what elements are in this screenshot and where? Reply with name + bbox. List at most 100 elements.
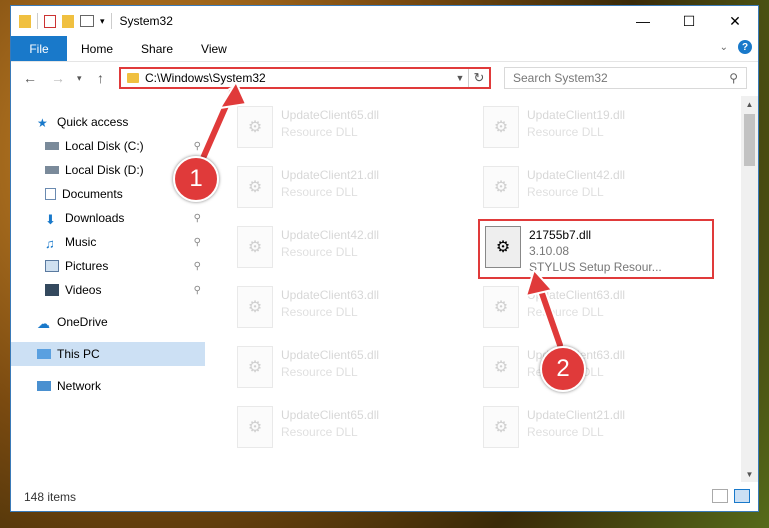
- recent-locations-chevron-icon[interactable]: ▾: [77, 73, 82, 84]
- up-arrow-icon[interactable]: ↑: [97, 70, 104, 86]
- sidebar-item-label: Local Disk (D:): [65, 163, 144, 177]
- tab-view[interactable]: View: [187, 42, 241, 56]
- sidebar-item-label: Documents: [62, 187, 123, 201]
- pin-icon[interactable]: ⚲: [194, 285, 201, 296]
- sidebar-item-pictures[interactable]: Pictures ⚲: [11, 254, 205, 278]
- callout-badge-2: 2: [540, 346, 586, 392]
- address-bar[interactable]: C:\Windows\System32 ▼ ↻: [119, 67, 491, 89]
- sidebar-item-label: Videos: [65, 283, 102, 297]
- scrollbar-thumb[interactable]: [744, 114, 755, 166]
- drive-icon: [45, 166, 59, 174]
- search-icon: ⚲: [729, 71, 738, 85]
- file-type: Resource DLL: [281, 365, 358, 379]
- navigation-pane: ★ Quick access Local Disk (C:) ⚲ Local D…: [11, 102, 205, 472]
- cloud-icon: ☁: [37, 316, 50, 331]
- expand-ribbon-icon[interactable]: ⌄: [720, 42, 728, 53]
- scroll-up-icon[interactable]: ▲: [741, 96, 758, 112]
- pin-icon[interactable]: ⚲: [194, 141, 201, 152]
- file-type: Resource DLL: [281, 245, 358, 259]
- back-arrow-icon[interactable]: ←: [23, 70, 37, 86]
- file-name: UpdateClient19.dll: [527, 108, 626, 122]
- list-item[interactable]: ⚙ UpdateClient65.dll Resource DLL: [215, 342, 445, 396]
- sidebar-item-label: Local Disk (C:): [65, 139, 144, 153]
- details-view-icon[interactable]: [712, 489, 728, 503]
- file-name: UpdateClient63.dll: [527, 288, 626, 302]
- status-bar: 148 items: [11, 483, 758, 511]
- dll-file-icon: ⚙: [237, 406, 273, 448]
- pin-icon[interactable]: ⚲: [194, 261, 201, 272]
- pin-icon[interactable]: ⚲: [194, 213, 201, 224]
- sidebar-item-local-disk-c[interactable]: Local Disk (C:) ⚲: [11, 134, 205, 158]
- dll-file-icon: ⚙: [483, 166, 519, 208]
- music-icon: ♫: [45, 236, 55, 251]
- file-name: UpdateClient21.dll: [527, 408, 626, 422]
- list-item[interactable]: ⚙ UpdateClient19.dll Resource DLL: [461, 102, 691, 156]
- help-icon[interactable]: ?: [738, 40, 752, 54]
- dll-file-icon: ⚙: [483, 346, 519, 388]
- file-type: Resource DLL: [527, 185, 604, 199]
- title-bar: ▾ System32 — ☐ ✕: [11, 6, 758, 36]
- divider: [110, 13, 112, 29]
- list-item[interactable]: ⚙ UpdateClient21.dll Resource DLL: [215, 162, 445, 216]
- scroll-down-icon[interactable]: ▼: [741, 466, 758, 482]
- window-title: System32: [119, 14, 173, 28]
- search-input[interactable]: Search System32 ⚲: [504, 67, 747, 89]
- sidebar-item-this-pc[interactable]: This PC: [11, 342, 205, 366]
- forward-arrow-icon[interactable]: →: [51, 70, 65, 86]
- sidebar-item-network[interactable]: Network: [11, 374, 205, 398]
- refresh-icon[interactable]: ↻: [468, 69, 489, 87]
- file-name: UpdateClient42.dll: [281, 228, 380, 242]
- dll-file-icon: ⚙: [237, 226, 273, 268]
- folder-icon: [127, 73, 139, 83]
- chevron-down-icon[interactable]: ▾: [100, 16, 105, 27]
- close-button[interactable]: ✕: [712, 6, 758, 36]
- computer-icon: [37, 349, 51, 359]
- chevron-down-icon[interactable]: ▼: [452, 73, 468, 83]
- sidebar-item-label: Pictures: [65, 259, 109, 273]
- sidebar-item-music[interactable]: ♫ Music ⚲: [11, 230, 205, 254]
- list-item[interactable]: ⚙ UpdateClient65.dll Resource DLL: [215, 102, 445, 156]
- network-icon: [37, 381, 51, 391]
- list-item[interactable]: ⚙ UpdateClient42.dll Resource DLL: [461, 162, 691, 216]
- dll-file-icon: ⚙: [483, 286, 519, 328]
- list-item[interactable]: ⚙ UpdateClient42.dll Resource DLL: [215, 222, 445, 276]
- tab-home[interactable]: Home: [67, 42, 127, 56]
- dll-file-icon: ⚙: [483, 106, 519, 148]
- dll-file-icon: ⚙: [237, 166, 273, 208]
- documents-icon: [45, 188, 56, 200]
- minimize-button[interactable]: —: [620, 6, 666, 36]
- maximize-button[interactable]: ☐: [666, 6, 712, 36]
- tab-share[interactable]: Share: [127, 42, 187, 56]
- dll-file-icon: ⚙: [237, 286, 273, 328]
- pictures-icon: [45, 260, 59, 272]
- quick-access-toolbar: ▾: [11, 13, 112, 29]
- file-name: UpdateClient63.dll: [281, 288, 380, 302]
- item-count: 148 items: [24, 490, 77, 504]
- sidebar-item-label: This PC: [57, 347, 100, 361]
- pin-icon[interactable]: ⚲: [194, 237, 201, 248]
- large-icons-view-icon[interactable]: [734, 489, 750, 503]
- file-type: Resource DLL: [527, 305, 604, 319]
- new-folder-icon[interactable]: [62, 14, 74, 28]
- view-options-icon[interactable]: [80, 15, 94, 27]
- list-item[interactable]: ⚙ UpdateClient21.dll Resource DLL: [461, 402, 691, 456]
- search-placeholder: Search System32: [513, 71, 608, 85]
- sidebar-item-videos[interactable]: Videos ⚲: [11, 278, 205, 302]
- download-icon: ⬇: [45, 212, 56, 227]
- videos-icon: [45, 284, 59, 296]
- properties-icon[interactable]: [44, 14, 56, 28]
- list-item[interactable]: ⚙ UpdateClient63.dll Resource DLL: [461, 282, 691, 336]
- list-item[interactable]: ⚙ UpdateClient63.dll Resource DLL: [215, 282, 445, 336]
- sidebar-item-quick-access[interactable]: ★ Quick access: [11, 110, 205, 134]
- file-name: UpdateClient65.dll: [281, 408, 380, 422]
- dll-file-icon: ⚙: [483, 406, 519, 448]
- list-item[interactable]: ⚙ UpdateClient65.dll Resource DLL: [215, 402, 445, 456]
- tab-file[interactable]: File: [11, 36, 67, 61]
- address-path[interactable]: C:\Windows\System32: [145, 71, 452, 85]
- sidebar-item-onedrive[interactable]: ☁ OneDrive: [11, 310, 205, 334]
- file-name: UpdateClient65.dll: [281, 348, 380, 362]
- sidebar-item-label: Music: [65, 235, 97, 249]
- vertical-scrollbar[interactable]: ▲ ▼: [741, 96, 758, 482]
- sidebar-item-label: Network: [57, 379, 102, 393]
- sidebar-item-downloads[interactable]: ⬇ Downloads ⚲: [11, 206, 205, 230]
